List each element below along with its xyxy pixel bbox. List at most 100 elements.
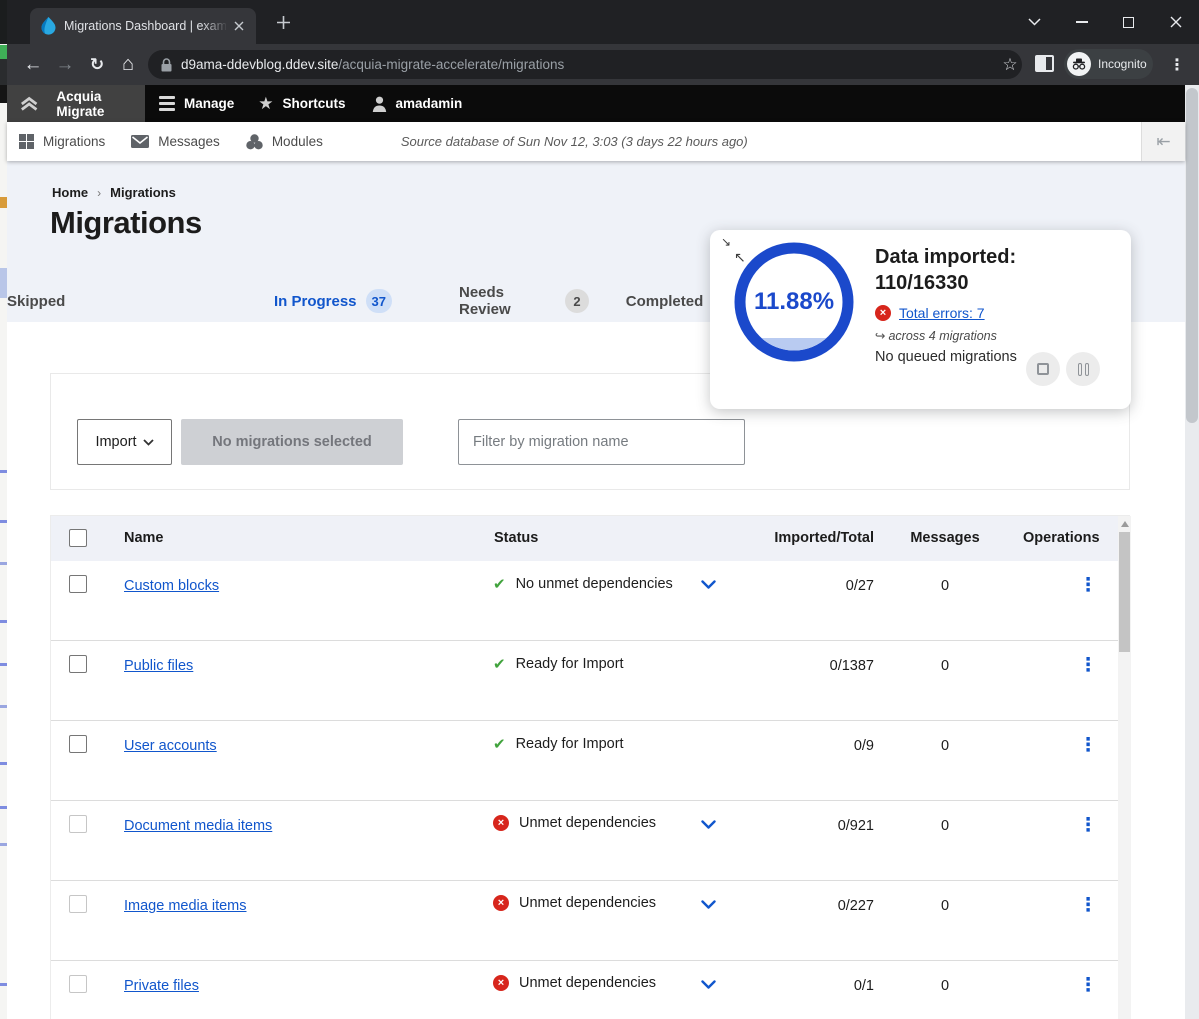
username-label: amadamin [396, 96, 463, 111]
messages-value: 0 [907, 818, 983, 834]
tab-completed[interactable]: Completed3 [641, 283, 721, 319]
table-row: Private files×Unmet dependencies0/10⋮ [51, 961, 1118, 1019]
stop-button[interactable] [1026, 352, 1060, 386]
data-imported-heading: Data imported: [875, 244, 1123, 270]
manage-label: Manage [184, 96, 234, 111]
pause-icon [1078, 363, 1089, 376]
admin-manage-button[interactable]: Manage [159, 96, 234, 111]
operations-menu-icon[interactable]: ⋮ [1077, 654, 1099, 677]
operations-menu-icon[interactable]: ⋮ [1077, 574, 1099, 597]
col-messages: Messages [907, 530, 983, 546]
modules-label: Modules [272, 134, 323, 149]
url-field[interactable]: d9ama-ddevblog.ddev.site/acquia-migrate-… [148, 50, 1022, 79]
error-icon: × [493, 975, 509, 991]
progress-percent: 11.88% [724, 232, 864, 372]
close-window-icon[interactable] [1152, 5, 1199, 39]
url-path: /acquia-migrate-accelerate/migrations [338, 57, 564, 72]
table-scrollbar-thumb[interactable] [1119, 532, 1130, 652]
nav-messages[interactable]: Messages [131, 134, 220, 149]
tab-title-fade [202, 14, 228, 38]
migration-link[interactable]: Custom blocks [124, 578, 219, 594]
grid-icon [19, 134, 34, 149]
messages-value: 0 [907, 578, 983, 594]
table-row: User accounts✔Ready for Import0/90⋮ [51, 721, 1118, 801]
page-viewport: Home › Migrations Migrations In Progress… [7, 161, 1185, 1019]
page-scrollbar-thumb[interactable] [1186, 88, 1198, 423]
operations-menu-icon[interactable]: ⋮ [1077, 894, 1099, 917]
back-icon[interactable]: ← [19, 44, 47, 85]
shortcuts-label: Shortcuts [283, 96, 346, 111]
url-domain: d9ama-ddevblog.ddev.site [181, 57, 338, 72]
check-icon: ✔ [493, 655, 506, 673]
tab-needs-review[interactable]: Needs Review2 [459, 283, 589, 319]
breadcrumb: Home › Migrations [52, 185, 176, 200]
migration-link[interactable]: User accounts [124, 738, 217, 754]
table-header: Name Status Imported/Total Messages Oper… [51, 516, 1118, 561]
status-text: Unmet dependencies [519, 815, 656, 831]
row-checkbox[interactable] [69, 655, 87, 673]
tab-search-chevron-icon[interactable] [1011, 5, 1058, 39]
page-scrollbar[interactable] [1185, 85, 1199, 1019]
chevron-down-icon[interactable] [701, 580, 716, 590]
status-expand-chevron[interactable] [701, 980, 716, 990]
import-dropdown-button[interactable]: Import [77, 419, 172, 465]
new-tab-button[interactable] [271, 10, 295, 34]
chevron-down-icon[interactable] [701, 900, 716, 910]
status-cell: ×Unmet dependencies [493, 895, 656, 911]
side-panel-icon[interactable] [1035, 55, 1054, 72]
home-icon[interactable]: ⌂ [114, 44, 142, 85]
acquia-migrate-brand[interactable]: Acquia Migrate [7, 85, 145, 122]
chevron-down-icon[interactable] [701, 980, 716, 990]
maximize-icon[interactable] [1105, 5, 1152, 39]
status-text: Ready for Import [516, 736, 624, 752]
forward-icon[interactable]: → [51, 44, 79, 85]
select-all-checkbox[interactable] [69, 529, 87, 547]
tab-label: Skipped [7, 293, 65, 310]
secondary-toolbar: Migrations Messages Modules Source datab… [7, 122, 1185, 161]
user-icon [372, 96, 387, 112]
row-checkbox[interactable] [69, 575, 87, 593]
total-errors-link[interactable]: Total errors: 7 [899, 305, 985, 321]
star-icon: ★ [258, 94, 273, 114]
messages-value: 0 [907, 738, 983, 754]
migration-link[interactable]: Public files [124, 658, 193, 674]
tab-skipped[interactable]: Skipped [7, 283, 65, 319]
status-expand-chevron[interactable] [701, 820, 716, 830]
operations-menu-icon[interactable]: ⋮ [1077, 814, 1099, 837]
browser-menu-icon[interactable]: ⋮ [1165, 44, 1189, 85]
status-cell: ✔Ready for Import [493, 735, 624, 753]
minimize-icon[interactable] [1058, 5, 1105, 39]
nav-migrations[interactable]: Migrations [19, 134, 105, 149]
admin-user-button[interactable]: amadamin [372, 96, 463, 112]
breadcrumb-home[interactable]: Home [52, 185, 88, 200]
tab-in-progress[interactable]: In Progress37 [257, 283, 409, 319]
filter-input[interactable] [458, 419, 745, 465]
brand-label: Acquia Migrate [56, 89, 145, 119]
migration-link[interactable]: Private files [124, 978, 199, 994]
modules-icon [246, 134, 263, 150]
row-checkbox[interactable] [69, 735, 87, 753]
nav-modules[interactable]: Modules [246, 134, 323, 150]
window-controls [1011, 0, 1199, 44]
pause-button[interactable] [1066, 352, 1100, 386]
admin-shortcuts-button[interactable]: ★ Shortcuts [258, 94, 345, 114]
table-row: Custom blocks✔No unmet dependencies0/270… [51, 561, 1118, 641]
chevron-down-icon[interactable] [701, 820, 716, 830]
page-title: Migrations [50, 205, 202, 241]
migration-link[interactable]: Document media items [124, 818, 272, 834]
operations-menu-icon[interactable]: ⋮ [1077, 974, 1099, 997]
table-scrollbar[interactable] [1118, 516, 1131, 1019]
bookmark-star-icon[interactable]: ☆ [995, 44, 1025, 85]
browser-tab[interactable]: Migrations Dashboard | example [30, 8, 256, 44]
col-status: Status [494, 530, 538, 546]
operations-menu-icon[interactable]: ⋮ [1077, 734, 1099, 757]
tab-close-icon[interactable] [230, 17, 248, 35]
reload-icon[interactable]: ↻ [83, 44, 111, 85]
collapse-panel-icon[interactable]: ⇤ [1141, 122, 1185, 161]
status-expand-chevron[interactable] [701, 900, 716, 910]
across-note-text: across 4 migrations [888, 329, 996, 343]
status-text: Unmet dependencies [519, 895, 656, 911]
status-expand-chevron[interactable] [701, 580, 716, 590]
migration-link[interactable]: Image media items [124, 898, 247, 914]
scroll-up-arrow-icon[interactable] [1121, 521, 1129, 527]
